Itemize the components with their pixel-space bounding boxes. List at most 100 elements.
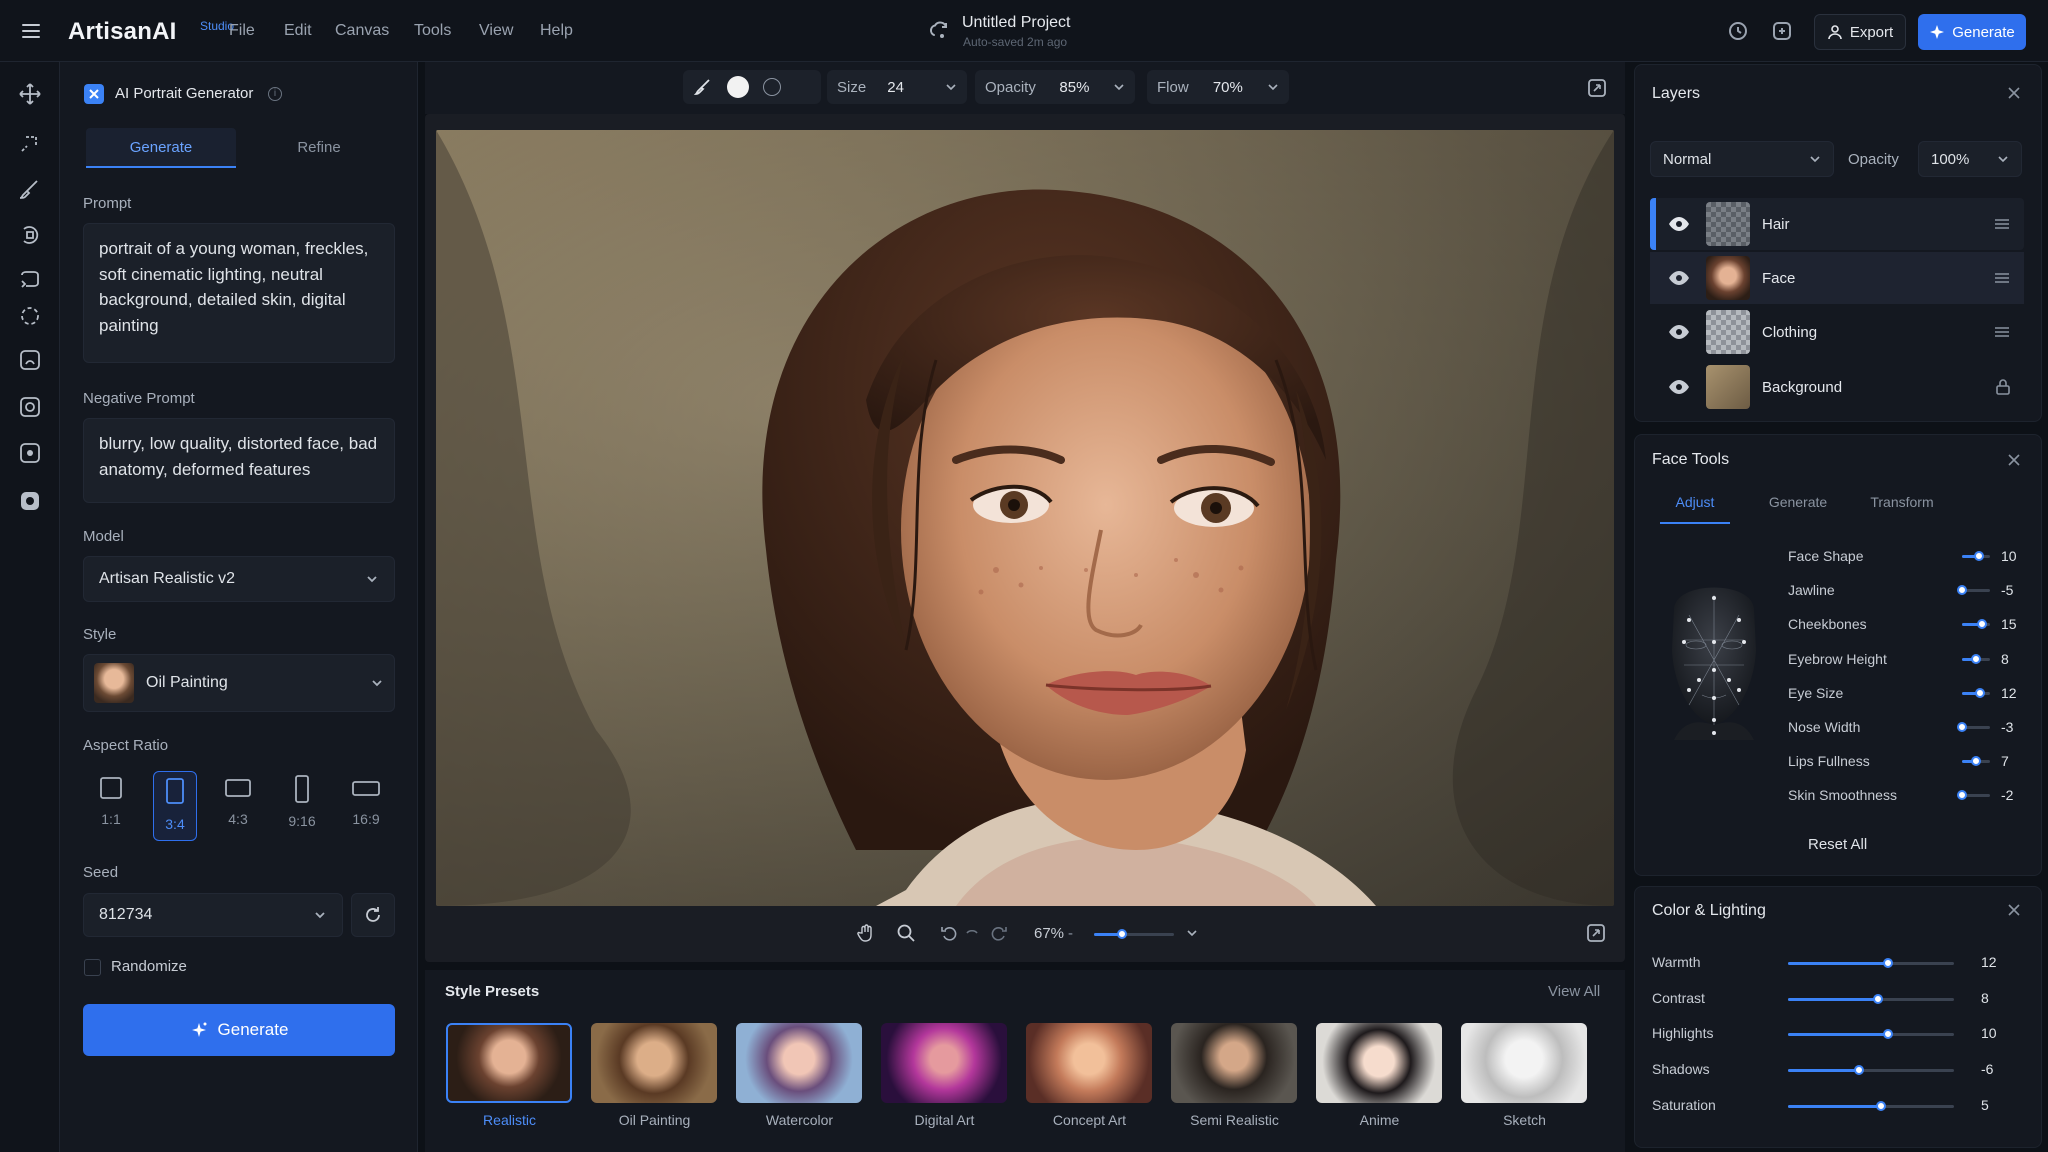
hamburger-menu-icon[interactable] — [20, 20, 42, 42]
eye-icon[interactable] — [1668, 216, 1692, 232]
style-select[interactable]: Oil Painting — [83, 654, 395, 712]
select-tool-icon[interactable] — [17, 303, 43, 329]
face-slider-label-jawline: Jawline — [1788, 582, 1835, 598]
aspect-3-4[interactable]: 3:4 — [153, 771, 197, 841]
brush-color-swatch[interactable] — [727, 76, 749, 98]
cl-slider-knob-contrast[interactable] — [1872, 994, 1883, 1004]
preset-anime[interactable] — [1316, 1023, 1442, 1103]
preset-semi-realistic[interactable] — [1171, 1023, 1297, 1103]
settings-tool-icon[interactable] — [17, 488, 43, 514]
menu-view[interactable]: View — [479, 22, 513, 40]
undo-icon[interactable] — [940, 924, 958, 942]
face-tab-transform[interactable]: Transform — [1862, 494, 1942, 524]
menu-edit[interactable]: Edit — [284, 22, 312, 40]
layer-row-clothing[interactable]: Clothing — [1650, 306, 2024, 358]
negative-prompt-input[interactable]: blurry, low quality, distorted face, bad… — [83, 418, 395, 503]
randomize-checkbox[interactable] — [84, 959, 101, 976]
aspect-4-3[interactable]: 4:3 — [216, 775, 260, 841]
aspect-9-16[interactable]: 9:16 — [280, 775, 324, 841]
model-select[interactable]: Artisan Realistic v2 — [83, 556, 395, 602]
eye-icon[interactable] — [1668, 324, 1692, 340]
project-title[interactable]: Untitled Project — [962, 14, 1071, 32]
aspect-16-9[interactable]: 16:9 — [344, 775, 388, 841]
redo-icon[interactable] — [990, 924, 1008, 942]
eye-icon[interactable] — [1668, 270, 1692, 286]
face-slider-knob-eyebrow-height[interactable] — [1971, 654, 1981, 664]
transform-tool-icon[interactable] — [17, 266, 43, 292]
move-tool-icon[interactable] — [17, 81, 43, 107]
blend-mode-select[interactable]: Normal — [1650, 141, 1834, 177]
brush-selector[interactable] — [683, 70, 821, 104]
hand-tool-icon[interactable] — [856, 923, 876, 943]
face-slider-label-lips-fullness: Lips Fullness — [1788, 753, 1870, 769]
zoom-chevron-icon[interactable] — [1186, 927, 1198, 939]
layer-row-face[interactable]: Face — [1650, 252, 2024, 304]
face-slider-knob-nose-width[interactable] — [1957, 722, 1967, 732]
menu-tools[interactable]: Tools — [414, 22, 451, 40]
face-tab-adjust[interactable]: Adjust — [1660, 494, 1730, 524]
eye-icon[interactable] — [1668, 379, 1692, 395]
zoom-tool-icon[interactable] — [896, 923, 916, 943]
close-icon[interactable] — [2006, 902, 2022, 918]
layer-opacity-label: Opacity — [1848, 151, 1899, 168]
preset-digital-art[interactable] — [881, 1023, 1007, 1103]
aspect-1-1[interactable]: 1:1 — [89, 775, 133, 841]
step-back-icon[interactable] — [965, 924, 979, 942]
export-button[interactable]: Export — [1814, 14, 1906, 50]
eraser-tool-icon[interactable] — [17, 222, 43, 248]
cl-slider-knob-saturation[interactable] — [1875, 1101, 1886, 1111]
info-icon[interactable]: i — [268, 87, 282, 101]
brush-shape-icon[interactable] — [763, 78, 781, 96]
lasso-tool-icon[interactable] — [17, 130, 43, 156]
seed-input[interactable]: 812734 — [83, 893, 343, 937]
drag-handle-icon[interactable] — [1994, 326, 2010, 338]
face-tab-generate[interactable]: Generate — [1758, 494, 1838, 524]
refresh-seed-button[interactable] — [351, 893, 395, 937]
filter-tool-icon[interactable] — [17, 440, 43, 466]
menu-canvas[interactable]: Canvas — [335, 22, 389, 40]
layer-row-hair[interactable]: Hair — [1650, 198, 2024, 250]
lock-icon[interactable] — [1996, 379, 2010, 395]
preset-oil-painting[interactable] — [591, 1023, 717, 1103]
generate-button[interactable]: Generate — [83, 1004, 395, 1056]
share-icon[interactable] — [1770, 19, 1794, 43]
cloud-sync-icon — [928, 19, 952, 43]
fullscreen-icon[interactable] — [1586, 923, 1606, 943]
menu-help[interactable]: Help — [540, 22, 573, 40]
cl-slider-knob-warmth[interactable] — [1882, 958, 1893, 968]
close-icon[interactable] — [2006, 85, 2022, 101]
tab-generate[interactable]: Generate — [86, 128, 236, 168]
reset-all-button[interactable]: Reset All — [1808, 836, 1867, 853]
face-slider-knob-cheekbones[interactable] — [1976, 619, 1987, 629]
layer-opacity-select[interactable]: 100% — [1918, 141, 2022, 177]
tab-refine[interactable]: Refine — [244, 128, 394, 168]
history-icon[interactable] — [1726, 19, 1750, 43]
face-slider-knob-jawline[interactable] — [1957, 585, 1967, 595]
menu-file[interactable]: File — [229, 22, 255, 40]
zoom-slider-knob[interactable] — [1117, 929, 1127, 939]
brush-size-field[interactable]: Size 24 — [827, 70, 967, 104]
close-icon[interactable] — [2006, 452, 2022, 468]
preset-concept-art[interactable] — [1026, 1023, 1152, 1103]
cl-slider-knob-highlights[interactable] — [1882, 1029, 1893, 1039]
face-tool-icon[interactable] — [17, 347, 43, 373]
layer-row-background[interactable]: Background — [1650, 361, 2024, 413]
drag-handle-icon[interactable] — [1994, 218, 2010, 230]
face-slider-knob-lips-fullness[interactable] — [1971, 756, 1981, 766]
brush-tool-icon[interactable] — [17, 177, 43, 203]
preset-watercolor[interactable] — [736, 1023, 862, 1103]
prompt-input[interactable]: portrait of a young woman, freckles, sof… — [83, 223, 395, 363]
portrait-canvas[interactable] — [436, 130, 1614, 906]
face-slider-knob-face-shape[interactable] — [1973, 551, 1984, 561]
preset-sketch[interactable] — [1461, 1023, 1587, 1103]
face-slider-knob-skin-smoothness[interactable] — [1957, 790, 1967, 800]
brush-flow-field[interactable]: Flow 70% — [1147, 70, 1289, 104]
generate-top-button[interactable]: Generate — [1918, 14, 2026, 50]
fit-screen-icon[interactable] — [1586, 77, 1608, 99]
preset-realistic[interactable] — [446, 1023, 572, 1103]
adjust-tool-icon[interactable] — [17, 394, 43, 420]
brush-opacity-field[interactable]: Opacity 85% — [975, 70, 1135, 104]
view-all-link[interactable]: View All — [1548, 983, 1600, 1000]
drag-handle-icon[interactable] — [1994, 272, 2010, 284]
zoom-value[interactable]: 67% — [1034, 925, 1064, 942]
